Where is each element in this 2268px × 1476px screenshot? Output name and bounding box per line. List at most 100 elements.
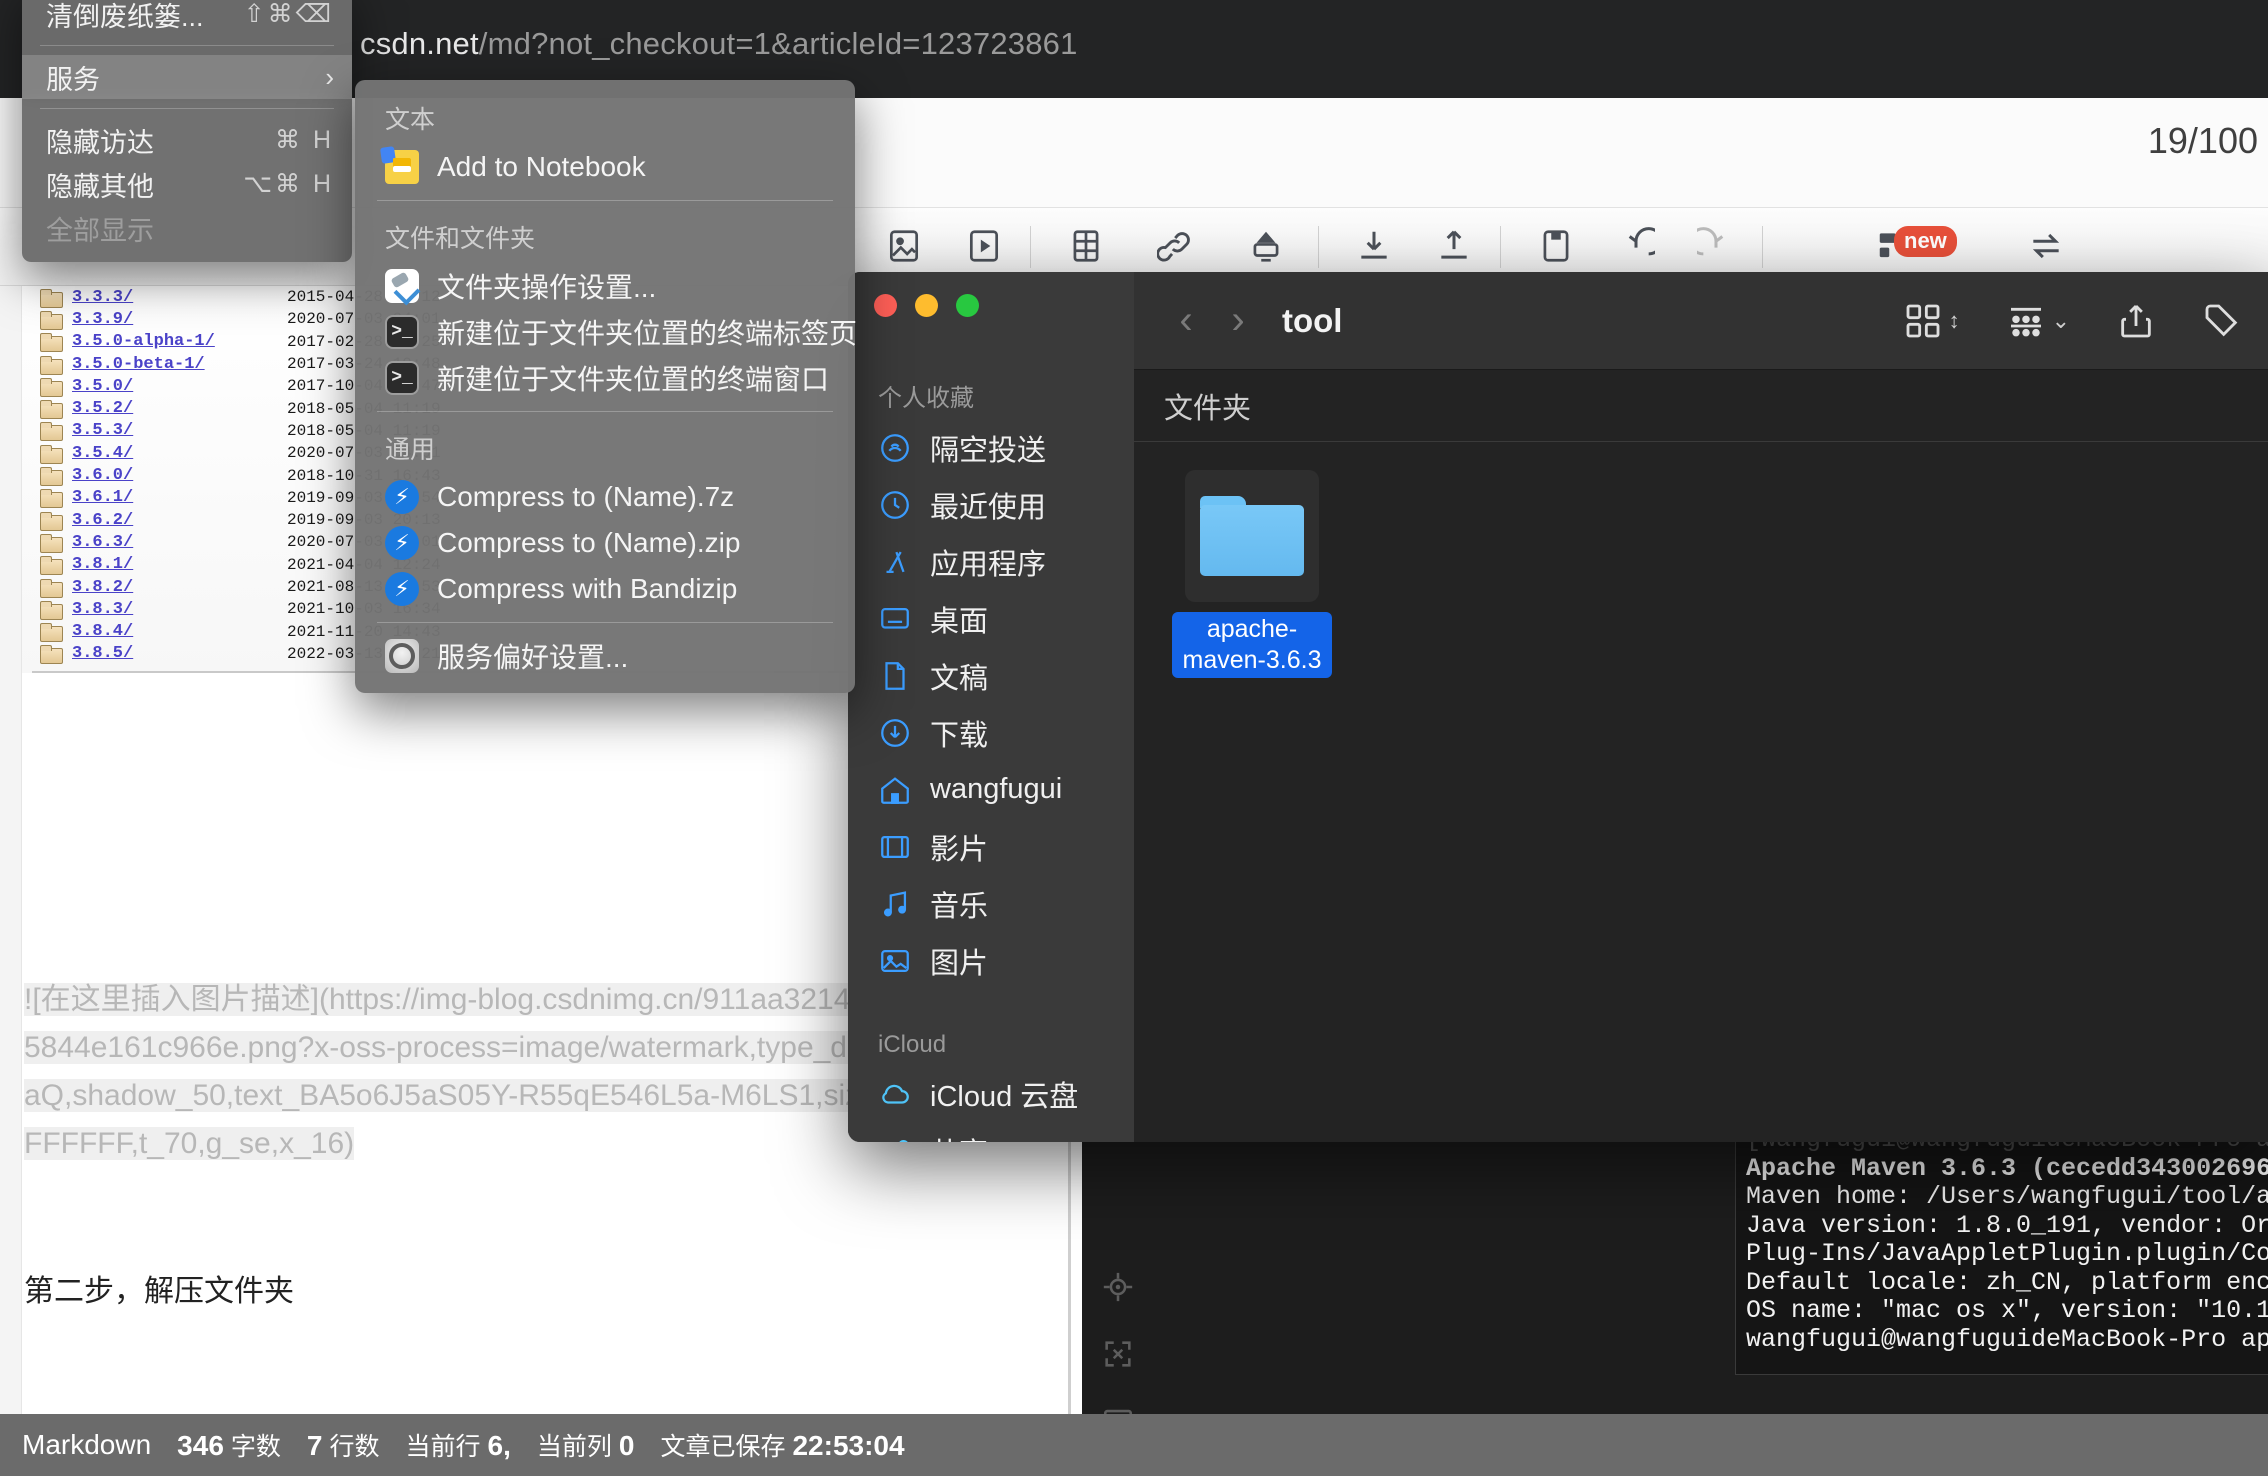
directory-link[interactable]: 3.5.0/ — [72, 377, 287, 396]
finder-section-header: 文件夹 — [1134, 370, 2268, 442]
finder-window[interactable]: 个人收藏 隔空投送 最近使用 应用程序 桌面 文稿 下载 wangfugui 影片 音乐 图片 iCl… — [848, 272, 2268, 1142]
sidebar-item-下载[interactable]: 下载 — [848, 704, 1134, 761]
directory-link[interactable]: 3.5.2/ — [72, 399, 287, 418]
downloads-icon — [878, 716, 912, 750]
minimize-button[interactable] — [915, 294, 938, 317]
services-menu-item[interactable]: >_ 新建位于文件夹位置的终端标签页 — [355, 309, 858, 355]
services-menu-item[interactable]: 服务偏好设置... — [355, 633, 855, 679]
sidebar-item-共享[interactable]: 共享 — [848, 1122, 1134, 1142]
sidebar-item-音乐[interactable]: 音乐 — [848, 875, 1134, 932]
tags-icon[interactable] — [2202, 301, 2242, 341]
markdown-paragraph[interactable]: 第二步，解压文件夹 — [24, 1271, 294, 1313]
bandizip-icon: ⚡ — [385, 572, 419, 606]
menu-separator — [377, 200, 833, 201]
menu-separator — [377, 622, 833, 623]
target-icon[interactable] — [1101, 1270, 1135, 1309]
directory-link[interactable]: 3.6.3/ — [72, 533, 287, 552]
save-icon[interactable] — [1530, 220, 1582, 272]
directory-link[interactable]: 3.5.0-alpha-1/ — [72, 332, 287, 351]
app-menu-item[interactable]: 清倒废纸篓... ⇧⌘⌫ — [22, 0, 352, 36]
services-menu-item-label: Compress to (Name).7z — [437, 481, 735, 512]
directory-link[interactable]: 3.6.2/ — [72, 511, 287, 530]
services-submenu[interactable]: 文本 Add to Notebook 文件和文件夹 文件夹操作设置... >_ 新建位于文… — [355, 80, 858, 693]
documents-icon — [878, 659, 912, 693]
services-menu-item[interactable]: 文件夹操作设置... — [355, 263, 855, 309]
directory-link[interactable]: 3.8.5/ — [72, 644, 287, 663]
back-button[interactable]: ‹ — [1160, 298, 1212, 343]
folder-icon — [40, 511, 63, 531]
import-icon[interactable] — [1348, 220, 1400, 272]
fullscreen-icon[interactable] — [1101, 1337, 1135, 1376]
url-path: /md?not_checkout=1&articleId=123723861 — [478, 26, 1078, 61]
maximize-button[interactable] — [956, 294, 979, 317]
sidebar-item-iCloud 云盘[interactable]: iCloud 云盘 — [848, 1065, 1134, 1122]
services-menu-item[interactable]: ⚡ Compress to (Name).zip — [355, 520, 855, 566]
directory-link[interactable]: 3.8.1/ — [72, 555, 287, 574]
directory-link[interactable]: 3.8.3/ — [72, 600, 287, 619]
airdrop-icon — [878, 431, 912, 465]
directory-link[interactable]: 3.6.1/ — [72, 488, 287, 507]
movies-icon — [878, 830, 912, 864]
status-line-count-label: 行数 — [329, 1433, 380, 1461]
services-group-header: 文本 — [385, 106, 436, 134]
window-traffic-lights[interactable] — [874, 294, 979, 317]
folder-icon — [40, 422, 63, 442]
undo-icon[interactable] — [1610, 220, 1662, 272]
notebook-icon — [385, 150, 419, 184]
table-icon[interactable] — [1060, 220, 1112, 272]
terminal-line: Java version: 1.8.0_191, vendor: Oracl — [1746, 1210, 2268, 1240]
sidebar-item-桌面[interactable]: 桌面 — [848, 590, 1134, 647]
share-icon[interactable] — [2116, 301, 2156, 341]
sidebar-item-图片[interactable]: 图片 — [848, 932, 1134, 989]
directory-link[interactable]: 3.8.4/ — [72, 622, 287, 641]
finder-file-item[interactable]: apache-maven-3.6.3 — [1172, 470, 1332, 678]
ink-icon[interactable] — [1240, 220, 1292, 272]
services-menu-item[interactable]: ⚡ Compress to (Name).7z — [355, 474, 855, 520]
services-menu-item[interactable]: Add to Notebook — [355, 144, 855, 190]
app-menu-item[interactable]: 隐藏其他 ⌥⌘ H — [22, 162, 352, 206]
services-menu-item[interactable]: >_ 新建位于文件夹位置的终端窗口 — [355, 355, 855, 401]
sidebar-item-隔空投送[interactable]: 隔空投送 — [848, 419, 1134, 476]
layout-icon[interactable]: new — [1868, 220, 1957, 272]
status-line-count: 7 — [306, 1430, 323, 1461]
export-icon[interactable] — [1428, 220, 1480, 272]
app-menu-item[interactable]: 隐藏访达 ⌘ H — [22, 118, 352, 162]
view-mode-icon[interactable]: ↕ — [1903, 301, 1960, 341]
directory-link[interactable]: 3.6.0/ — [72, 466, 287, 485]
finder-app-menu[interactable]: 清倒废纸篓... ⇧⌘⌫ 服务 › 隐藏访达 ⌘ H 隐藏其他 ⌥⌘ H 全部显示 — [22, 0, 352, 262]
services-prefs-icon — [385, 639, 419, 673]
app-menu-item[interactable]: 服务 › — [22, 55, 352, 99]
sync-icon[interactable] — [2020, 220, 2072, 272]
directory-link[interactable]: 3.5.0-beta-1/ — [72, 355, 287, 374]
folder-icon — [1185, 470, 1319, 602]
terminal-line: wangfugui@wangfuguideMacBook-Pro apach — [1746, 1324, 2268, 1354]
group-by-icon[interactable]: ⌄ — [2006, 301, 2070, 341]
directory-link[interactable]: 3.3.3/ — [72, 288, 287, 307]
services-menu-item-label: 文件夹操作设置... — [437, 272, 657, 303]
sidebar-item-应用程序[interactable]: 应用程序 — [848, 533, 1134, 590]
status-cursor-line: 6, — [487, 1430, 511, 1461]
sidebar-item-wangfugui[interactable]: wangfugui — [848, 761, 1134, 818]
sidebar-item-label: wangfugui — [930, 773, 1063, 805]
image-icon[interactable] — [878, 220, 930, 272]
address-bar[interactable]: csdn.net/md?not_checkout=1&articleId=123… — [360, 26, 1078, 62]
directory-link[interactable]: 3.5.4/ — [72, 444, 287, 463]
video-icon[interactable] — [958, 220, 1010, 272]
services-menu-item-label: Compress to (Name).zip — [437, 527, 741, 558]
sidebar-item-label: iCloud 云盘 — [930, 1080, 1079, 1113]
services-menu-item-label: 新建位于文件夹位置的终端标签页 — [437, 318, 858, 349]
directory-link[interactable]: 3.5.3/ — [72, 421, 287, 440]
directory-link[interactable]: 3.3.9/ — [72, 310, 287, 329]
sidebar-item-label: 最近使用 — [930, 491, 1047, 524]
close-button[interactable] — [874, 294, 897, 317]
link-icon[interactable] — [1150, 220, 1202, 272]
folder-icon — [40, 556, 63, 576]
terminal-window[interactable]: [wangfugui@wangfuguideMacBook-Pro apachA… — [1735, 1125, 2268, 1375]
sidebar-item-最近使用[interactable]: 最近使用 — [848, 476, 1134, 533]
services-menu-item[interactable]: ⚡ Compress with Bandizip — [355, 566, 855, 612]
redo-icon[interactable] — [1690, 220, 1742, 272]
forward-button[interactable]: › — [1212, 298, 1264, 343]
directory-link[interactable]: 3.8.2/ — [72, 578, 287, 597]
sidebar-item-文稿[interactable]: 文稿 — [848, 647, 1134, 704]
sidebar-item-影片[interactable]: 影片 — [848, 818, 1134, 875]
